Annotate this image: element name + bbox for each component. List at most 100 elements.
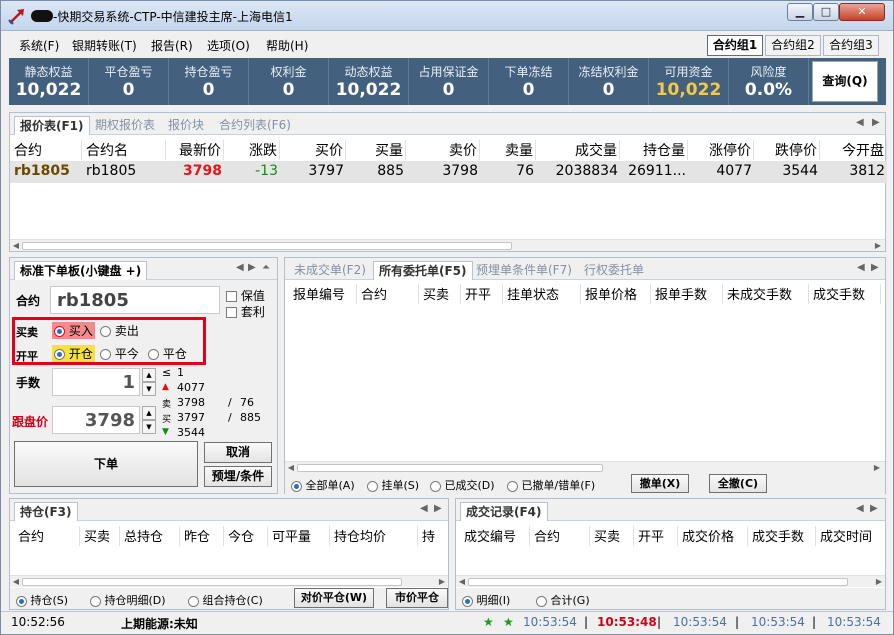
panel-collapse-icon[interactable]: ⏶ (262, 262, 270, 273)
filter-positions[interactable]: 持仓(S) (16, 592, 68, 608)
col-header[interactable]: 最新价 (166, 140, 224, 160)
col-header[interactable]: 持 (418, 526, 448, 546)
tab-prev-icon[interactable]: ◀ (236, 262, 244, 273)
scroll-thumb[interactable] (468, 578, 848, 586)
filter-trade-total[interactable]: 合计(G) (536, 592, 590, 608)
col-header[interactable]: 卖价 (406, 140, 480, 160)
col-header[interactable]: 今开盘 (820, 140, 887, 160)
col-header[interactable]: 涨停价 (688, 140, 754, 160)
sell-radio[interactable]: 卖出 (100, 322, 139, 339)
menu-bank-transfer[interactable]: 银期转账(T) (72, 37, 137, 54)
price-input[interactable]: 3798 (52, 406, 140, 434)
col-header[interactable]: 合约 (357, 284, 419, 304)
maximize-button[interactable]: □ (813, 3, 839, 21)
col-header[interactable]: 买卖 (590, 526, 634, 546)
tab-contract-list[interactable]: 合约列表(F6) (214, 116, 296, 135)
cancel-order-button[interactable]: 撤单(X) (631, 474, 689, 493)
col-header[interactable]: 报单手数 (651, 284, 723, 304)
close-today-radio[interactable]: 平今 (100, 345, 139, 362)
col-header[interactable]: 开平 (634, 526, 678, 546)
filter-pending[interactable]: 挂单(S) (367, 477, 419, 493)
col-header[interactable]: 合约 (530, 526, 590, 546)
scroll-left-icon[interactable]: ◀ (10, 240, 22, 252)
col-header[interactable]: 合约 (10, 140, 82, 160)
filter-position-detail[interactable]: 持仓明细(D) (90, 592, 166, 608)
scroll-right-icon[interactable]: ▶ (872, 240, 884, 252)
tab-next-icon[interactable]: ▶ (434, 503, 442, 514)
tab-prev-icon[interactable]: ◀ (856, 117, 864, 128)
col-header[interactable]: 涨跌 (224, 140, 280, 160)
tab-next-icon[interactable]: ▶ (872, 117, 880, 128)
tab-quote-table[interactable]: 报价表(F1) (14, 116, 90, 135)
contract-input[interactable]: rb1805 (50, 286, 220, 314)
col-header[interactable]: 挂单状态 (503, 284, 581, 304)
quote-horizontal-scrollbar[interactable]: ◀ ▶ (10, 239, 885, 251)
col-header[interactable]: 买价 (280, 140, 346, 160)
filter-trade-detail[interactable]: 明细(I) (462, 592, 510, 608)
col-header[interactable]: 买量 (346, 140, 406, 160)
col-header[interactable]: 成交手数 (748, 526, 816, 546)
scroll-thumb[interactable] (22, 578, 402, 586)
filter-combo-positions[interactable]: 组合持仓(C) (188, 592, 263, 608)
col-header[interactable]: 合约 (14, 526, 80, 546)
table-row[interactable]: rb1805 rb1805 3798 -13 3797 885 3798 76 … (10, 161, 887, 183)
tab-next-icon[interactable]: ▶ (248, 262, 256, 273)
col-header[interactable]: 买卖 (80, 526, 120, 546)
place-order-button[interactable]: 下单 (14, 441, 198, 487)
tab-trade-records[interactable]: 成交记录(F4) (460, 502, 548, 521)
condition-order-button[interactable]: 预埋/条件 (204, 466, 272, 487)
col-header[interactable]: 报单价格 (581, 284, 651, 304)
query-button[interactable]: 查询(Q) (812, 61, 878, 102)
trades-horizontal-scrollbar[interactable]: ◀ ▶ (456, 575, 885, 587)
filter-all-orders[interactable]: 全部单(A) (291, 477, 355, 493)
scroll-thumb[interactable] (22, 242, 512, 250)
price-mode-label[interactable]: 跟盘价 (12, 413, 48, 430)
col-header[interactable]: 跌停价 (754, 140, 820, 160)
quantity-up-icon[interactable]: ▲ (142, 368, 156, 382)
col-header[interactable]: 未成交手数 (723, 284, 809, 304)
scroll-right-icon[interactable]: ▶ (873, 576, 885, 588)
col-header[interactable]: 持仓量 (620, 140, 688, 160)
filter-cancelled[interactable]: 已撤单/错单(F) (507, 477, 595, 493)
contract-group-tab-2[interactable]: 合约组2 (765, 35, 821, 56)
quantity-input[interactable]: 1 (52, 368, 140, 396)
tab-next-icon[interactable]: ▶ (870, 503, 878, 514)
quantity-down-icon[interactable]: ▼ (142, 382, 156, 396)
col-header[interactable]: 成交手数 (809, 284, 881, 304)
market-price-close-button[interactable]: 市价平仓 (386, 588, 448, 608)
minimize-button[interactable]: ▁ (787, 3, 813, 21)
col-header[interactable]: 报单编号 (289, 284, 357, 304)
tab-standard-order[interactable]: 标准下单板(小键盘 +) (14, 261, 148, 280)
orders-horizontal-scrollbar[interactable]: ◀ ▶ (285, 461, 885, 473)
ask-price[interactable]: 3798 (177, 396, 205, 409)
col-header[interactable]: 成交价格 (678, 526, 748, 546)
col-header[interactable]: 卖量 (480, 140, 536, 160)
scroll-left-icon[interactable]: ◀ (456, 576, 468, 588)
arbitrage-checkbox[interactable]: 套利 (226, 303, 265, 320)
open-radio[interactable]: 开仓 (52, 345, 95, 362)
tab-all-orders[interactable]: 所有委托单(F5) (373, 261, 473, 280)
close-radio[interactable]: 平仓 (148, 345, 187, 362)
tab-option-quote[interactable]: 期权报价表 (90, 116, 160, 135)
hedge-checkbox[interactable]: 保值 (226, 287, 265, 304)
tab-prev-icon[interactable]: ◀ (420, 503, 428, 514)
col-header[interactable]: 可平量 (268, 526, 330, 546)
tab-next-icon[interactable]: ▶ (871, 262, 879, 273)
tab-prev-icon[interactable]: ◀ (856, 503, 864, 514)
tab-conditional-orders[interactable]: 预埋单条件单(F7) (471, 261, 577, 280)
tab-exercise-orders[interactable]: 行权委托单 (579, 261, 649, 280)
col-header[interactable]: 持仓均价 (330, 526, 418, 546)
menu-report[interactable]: 报告(R) (151, 37, 193, 54)
col-header[interactable]: 成交时间 (816, 526, 885, 546)
col-header[interactable]: 成交编号 (460, 526, 530, 546)
scroll-right-icon[interactable]: ▶ (436, 576, 448, 588)
col-header[interactable]: 昨仓 (180, 526, 224, 546)
menu-system[interactable]: 系统(F) (19, 37, 59, 54)
menu-help[interactable]: 帮助(H) (266, 37, 308, 54)
bid-price[interactable]: 3797 (177, 411, 205, 424)
col-header[interactable]: 合约名 (82, 140, 166, 160)
contract-group-tab-1[interactable]: 合约组1 (707, 35, 763, 56)
buy-radio[interactable]: 买入 (52, 322, 95, 339)
col-header[interactable]: 今仓 (224, 526, 268, 546)
contract-group-tab-3[interactable]: 合约组3 (823, 35, 879, 56)
